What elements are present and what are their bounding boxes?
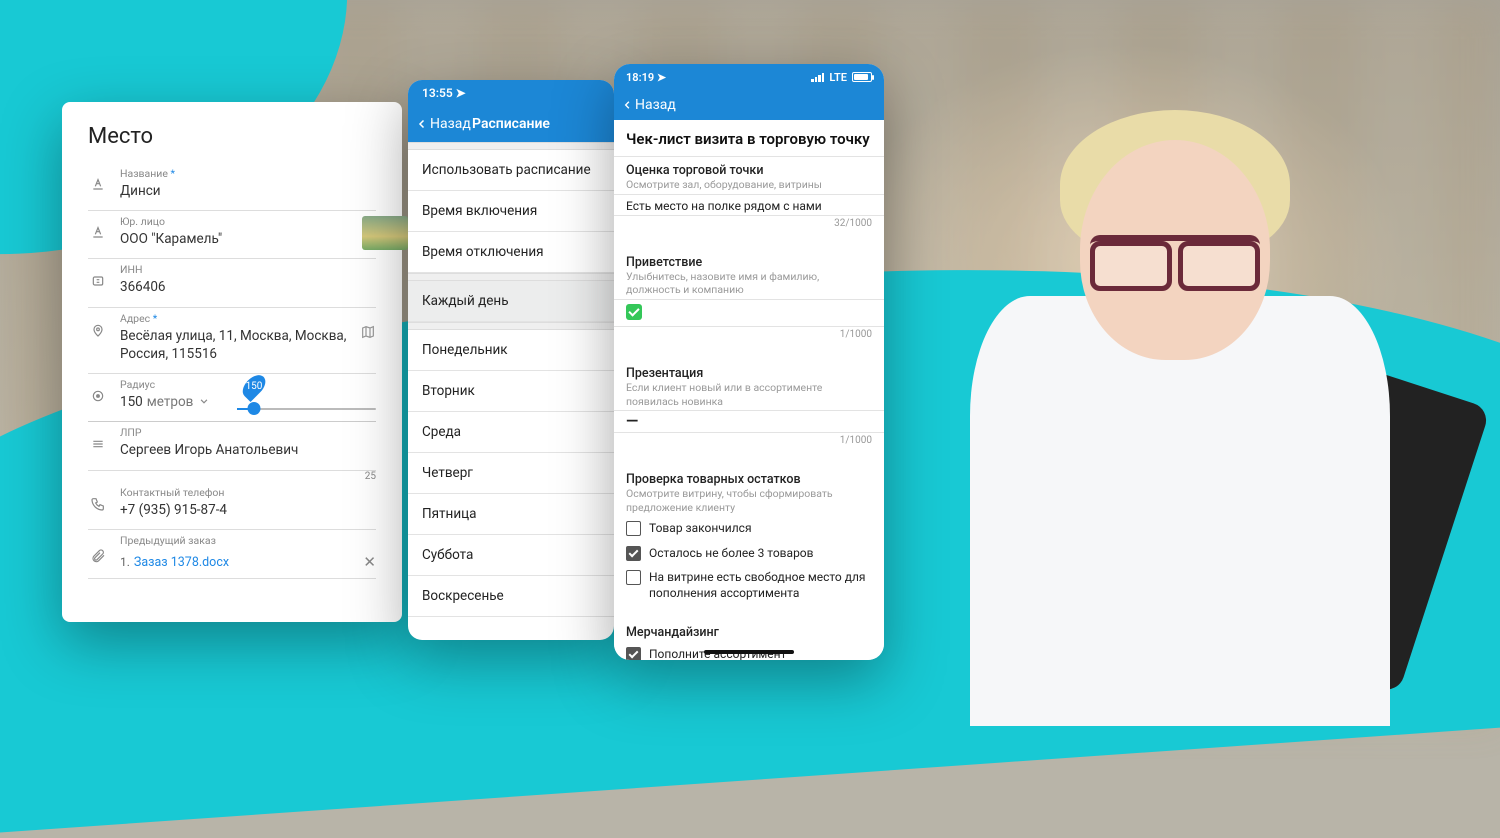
address-label: Адрес [120,312,376,325]
status-time: 18:19 ➤ [626,71,666,84]
section-greeting: Приветствие Улыбнитесь, назовите имя и ф… [614,249,884,299]
nav-bar: Назад [614,90,884,120]
place-card: Место Название Динси Юр. лицо ООО "Карам… [62,102,402,622]
status-time: 13:55 ➤ [422,86,466,100]
name-label: Название [120,167,376,180]
rating-note[interactable]: Есть место на полке рядом с нами [614,195,884,215]
lpr-count: 25 [62,471,402,486]
radius-slider[interactable]: 150 [237,400,376,402]
target-icon [90,388,108,406]
place-title: Место [62,102,402,163]
checklist-card: 18:19 ➤ LTE Назад Чек-лист визита в торг… [614,64,884,660]
section-merch: Мерчандайзинг [614,619,884,642]
legal-value: ООО "Карамель" [120,228,376,248]
name-field[interactable]: Название Динси [62,163,402,210]
person-illustration [950,90,1410,726]
inn-label: ИНН [120,263,376,276]
chevron-down-icon [197,394,211,408]
remove-file-icon[interactable]: ✕ [363,553,376,571]
checkbox-checked-icon[interactable] [626,546,641,561]
section-rating: Оценка торговой точки Осмотрите зал, обо… [614,157,884,194]
phone-value: +7 (935) 915-87-4 [120,499,376,519]
radius-unit: метров [147,391,194,411]
phone-icon [90,496,108,514]
inn-field[interactable]: ИНН 366406 [62,259,402,306]
greeting-count: 1/1000 [614,327,884,346]
inn-value: 366406 [120,276,376,296]
chevron-left-icon [622,98,633,112]
number-icon [90,273,108,291]
checkbox-icon[interactable] [626,570,641,585]
row-mon[interactable]: Понедельник [408,330,614,371]
back-button[interactable]: Назад [622,97,676,113]
checklist-title: Чек-лист визита в торговую точку [614,120,884,156]
status-bar: 13:55 ➤ [408,80,614,106]
checkbox-icon[interactable] [626,521,641,536]
prev-order-field: Предыдущий заказ [62,530,402,549]
row-use-schedule[interactable]: Использовать расписание [408,150,614,191]
phone-field[interactable]: Контактный телефон +7 (935) 915-87-4 [62,486,402,529]
lines-icon [90,436,108,454]
legal-field[interactable]: Юр. лицо ООО "Карамель" [62,211,402,258]
check-shelf-space[interactable]: На витрине есть свободное место для попо… [614,565,884,605]
row-tue[interactable]: Вторник [408,371,614,412]
row-wed[interactable]: Среда [408,412,614,453]
name-value: Динси [120,180,376,200]
file-attachment[interactable]: 1. Зазаз 1378.docx ✕ [62,549,402,578]
pin-icon [90,322,108,340]
section-stock: Проверка товарных остатков Осмотрите вит… [614,466,884,516]
slider-thumb[interactable] [247,402,260,415]
phone-label: Контактный телефон [120,486,376,499]
address-value: Весёлая улица, 11, Москва, Москва, Росси… [120,325,376,363]
row-sun[interactable]: Воскресенье [408,576,614,617]
presentation-count: 1/1000 [614,433,884,452]
presentation-text[interactable]: — [614,411,884,432]
map-icon[interactable] [360,324,376,344]
section-presentation: Презентация Если клиент новый или в ассо… [614,360,884,410]
rating-count: 32/1000 [614,216,884,235]
back-button[interactable]: Назад [416,116,471,132]
home-indicator [704,650,794,654]
text-format-icon [90,225,108,243]
radius-value: 150 [120,391,143,411]
file-link[interactable]: Зазаз 1378.docx [134,555,229,570]
signal-icon [811,73,824,82]
row-on-time[interactable]: Время включения [408,191,614,232]
check-stock-out[interactable]: Товар закончился [614,516,884,540]
green-check-icon[interactable] [626,304,642,320]
file-num: 1. [120,555,130,569]
radius-select[interactable]: 150 метров [120,391,211,411]
row-every-day[interactable]: Каждый день [408,281,614,322]
address-field[interactable]: Адрес Весёлая улица, 11, Москва, Москва,… [62,308,402,373]
status-bar: 18:19 ➤ LTE [614,64,884,90]
check-stock-low[interactable]: Осталось не более 3 товаров [614,541,884,565]
row-sat[interactable]: Суббота [408,535,614,576]
nav-bar: Назад Расписание [408,106,614,142]
schedule-card: 13:55 ➤ Назад Расписание Использовать ра… [408,80,614,640]
row-thu[interactable]: Четверг [408,453,614,494]
lpr-field[interactable]: ЛПР Сергеев Игорь Анатольевич [62,422,402,469]
chevron-left-icon [416,116,428,132]
radius-field[interactable]: Радиус 150 метров 150 [62,374,402,421]
legal-label: Юр. лицо [120,215,376,228]
net-label: LTE [829,71,847,84]
text-format-icon [90,177,108,195]
row-off-time[interactable]: Время отключения [408,232,614,273]
battery-icon [852,72,872,82]
prev-order-label: Предыдущий заказ [120,534,376,547]
lpr-value: Сергеев Игорь Анатольевич [120,439,376,459]
lpr-label: ЛПР [120,426,376,439]
checkbox-checked-icon[interactable] [626,647,641,660]
row-fri[interactable]: Пятница [408,494,614,535]
